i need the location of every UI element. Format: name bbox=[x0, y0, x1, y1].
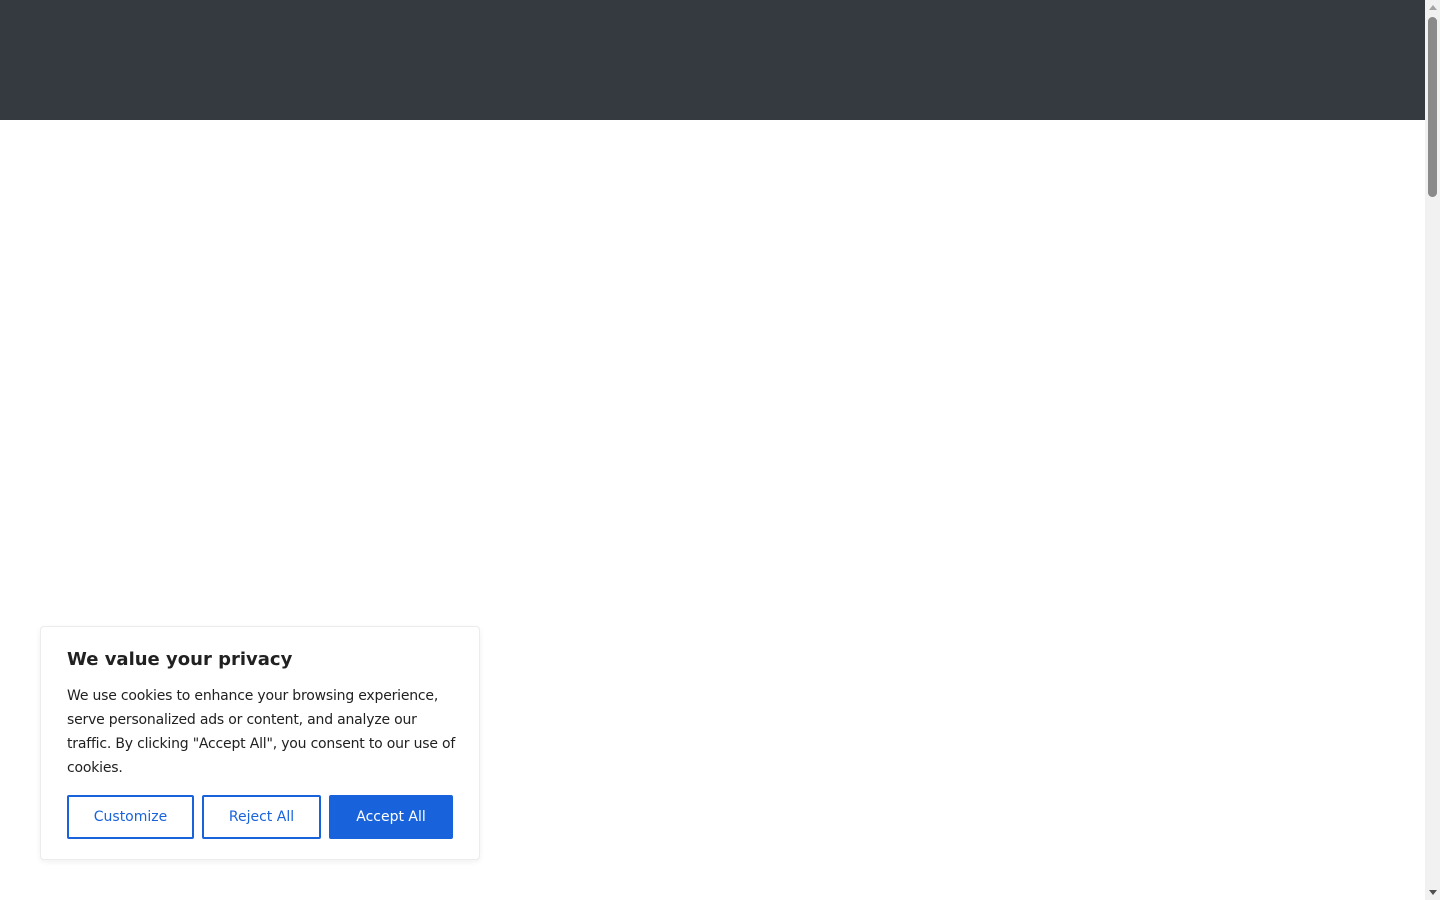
header-bar bbox=[0, 0, 1425, 120]
cookie-button-group: Customize Reject All Accept All bbox=[67, 795, 453, 839]
accept-all-button[interactable]: Accept All bbox=[329, 795, 453, 839]
cookie-banner-message: We use cookies to enhance your browsing … bbox=[67, 688, 456, 776]
cookie-consent-banner: We value your privacy We use cookies to … bbox=[40, 626, 480, 860]
customize-button[interactable]: Customize bbox=[67, 795, 194, 839]
reject-all-button[interactable]: Reject All bbox=[202, 795, 321, 839]
page: We value your privacy We use cookies to … bbox=[0, 0, 1440, 900]
scroll-up-arrow-icon[interactable] bbox=[1425, 0, 1440, 15]
cookie-banner-title: We value your privacy bbox=[67, 649, 293, 670]
scroll-down-arrow-icon[interactable] bbox=[1425, 885, 1440, 900]
vertical-scrollbar[interactable] bbox=[1425, 0, 1440, 900]
scrollbar-thumb[interactable] bbox=[1428, 17, 1437, 197]
